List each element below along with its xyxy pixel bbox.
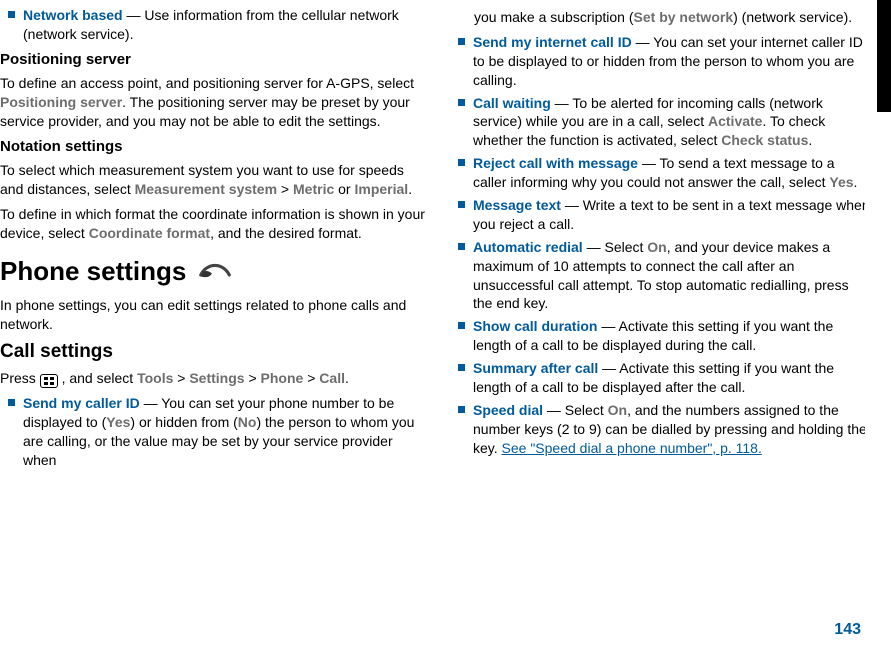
para-press-path: Press , and select Tools > Settings > Ph… bbox=[0, 369, 426, 388]
heading-positioning-server: Positioning server bbox=[0, 50, 426, 70]
text: — Select bbox=[583, 239, 648, 255]
text: — Select bbox=[543, 402, 608, 418]
bullet-icon bbox=[458, 243, 465, 250]
text: > bbox=[245, 370, 261, 386]
bullet-reject-with-message: Reject call with message — To send a tex… bbox=[450, 154, 870, 192]
page-content: Network based — Use information from the… bbox=[0, 0, 891, 474]
bullet-network-based: Network based — Use information from the… bbox=[0, 6, 426, 44]
term: Coordinate format bbox=[89, 225, 210, 241]
term: Summary after call bbox=[473, 360, 598, 376]
term: Set by network bbox=[634, 9, 734, 25]
bullet-text: Send my caller ID — You can set your pho… bbox=[23, 394, 426, 470]
bullet-speed-dial: Speed dial — Select On, and the numbers … bbox=[450, 401, 870, 458]
text: or bbox=[334, 181, 354, 197]
term: Show call duration bbox=[473, 318, 597, 334]
term: Imperial bbox=[354, 181, 408, 197]
menu-key-icon bbox=[40, 374, 58, 388]
term: Positioning server bbox=[0, 94, 122, 110]
term: Speed dial bbox=[473, 402, 543, 418]
term: Yes bbox=[106, 414, 130, 430]
term: On bbox=[608, 402, 627, 418]
term: On bbox=[647, 239, 666, 255]
term: Phone bbox=[261, 370, 304, 386]
side-tab: Settings bbox=[865, 0, 891, 651]
term: Send my caller ID bbox=[23, 395, 140, 411]
side-tab-marker bbox=[877, 0, 891, 112]
text: Press bbox=[0, 370, 40, 386]
text: . bbox=[345, 370, 349, 386]
term: Automatic redial bbox=[473, 239, 583, 255]
bullet-automatic-redial: Automatic redial — Select On, and your d… bbox=[450, 238, 870, 314]
bullet-text: Show call duration — Activate this setti… bbox=[473, 317, 870, 355]
text: . bbox=[854, 174, 858, 190]
text: > bbox=[277, 181, 293, 197]
term: Metric bbox=[293, 181, 334, 197]
bullet-icon bbox=[458, 364, 465, 371]
text: ) or hidden from ( bbox=[130, 414, 237, 430]
term: Send my internet call ID bbox=[473, 34, 632, 50]
bullet-icon bbox=[458, 322, 465, 329]
bullet-message-text: Message text — Write a text to be sent i… bbox=[450, 196, 870, 234]
bullet-text: Summary after call — Activate this setti… bbox=[473, 359, 870, 397]
continuation-text: you make a subscription (Set by network)… bbox=[450, 8, 870, 27]
para-positioning-server: To define an access point, and positioni… bbox=[0, 74, 426, 131]
heading-notation-settings: Notation settings bbox=[0, 137, 426, 157]
term: Settings bbox=[189, 370, 244, 386]
left-column: Network based — Use information from the… bbox=[0, 0, 426, 474]
term: Yes bbox=[829, 174, 853, 190]
text: , and the desired format. bbox=[210, 225, 362, 241]
bullet-icon bbox=[8, 399, 15, 406]
bullet-send-internet-call-id: Send my internet call ID — You can set y… bbox=[450, 33, 870, 90]
bullet-call-waiting: Call waiting — To be alerted for incomin… bbox=[450, 94, 870, 151]
bullet-icon bbox=[458, 99, 465, 106]
term: Check status bbox=[721, 132, 808, 148]
text: ) (network service). bbox=[733, 9, 852, 25]
phone-icon bbox=[196, 253, 234, 290]
speed-dial-link[interactable]: See "Speed dial a phone number", p. 118. bbox=[502, 440, 762, 456]
term: Reject call with message bbox=[473, 155, 638, 171]
bullet-text: Speed dial — Select On, and the numbers … bbox=[473, 401, 870, 458]
heading-phone-settings: Phone settings bbox=[0, 253, 426, 290]
bullet-text: Call waiting — To be alerted for incomin… bbox=[473, 94, 870, 151]
term: Tools bbox=[137, 370, 173, 386]
term: No bbox=[238, 414, 257, 430]
text: . bbox=[808, 132, 812, 148]
para-coordinate-format: To define in which format the coordinate… bbox=[0, 205, 426, 243]
text: > bbox=[173, 370, 189, 386]
term: Message text bbox=[473, 197, 561, 213]
bullet-text: Automatic redial — Select On, and your d… bbox=[473, 238, 870, 314]
bullet-summary-after-call: Summary after call — Activate this setti… bbox=[450, 359, 870, 397]
term: Measurement system bbox=[135, 181, 277, 197]
bullet-text: Message text — Write a text to be sent i… bbox=[473, 196, 870, 234]
bullet-text: Send my internet call ID — You can set y… bbox=[473, 33, 870, 90]
bullet-icon bbox=[458, 406, 465, 413]
para-measurement: To select which measurement system you w… bbox=[0, 161, 426, 199]
text: To define an access point, and positioni… bbox=[0, 75, 414, 91]
bullet-icon bbox=[458, 159, 465, 166]
text: you make a subscription ( bbox=[474, 9, 634, 25]
page-number: 143 bbox=[834, 619, 861, 641]
heading-text: Phone settings bbox=[0, 254, 186, 289]
bullet-send-caller-id: Send my caller ID — You can set your pho… bbox=[0, 394, 426, 470]
bullet-show-call-duration: Show call duration — Activate this setti… bbox=[450, 317, 870, 355]
bullet-icon bbox=[8, 11, 15, 18]
bullet-text: Network based — Use information from the… bbox=[23, 6, 426, 44]
bullet-icon bbox=[458, 38, 465, 45]
heading-call-settings: Call settings bbox=[0, 339, 426, 365]
term: Network based bbox=[23, 7, 123, 23]
text: , and select bbox=[58, 370, 137, 386]
text: . bbox=[408, 181, 412, 197]
bullet-icon bbox=[458, 201, 465, 208]
term: Call waiting bbox=[473, 95, 551, 111]
text: > bbox=[303, 370, 319, 386]
para-phone-intro: In phone settings, you can edit settings… bbox=[0, 296, 426, 334]
term: Activate bbox=[708, 113, 762, 129]
term: Call bbox=[319, 370, 345, 386]
right-column: you make a subscription (Set by network)… bbox=[450, 0, 870, 474]
bullet-text: Reject call with message — To send a tex… bbox=[473, 154, 870, 192]
